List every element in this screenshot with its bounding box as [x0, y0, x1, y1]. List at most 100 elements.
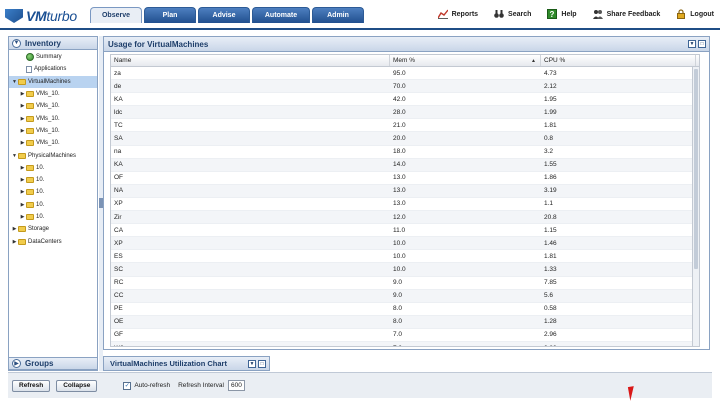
cell-cpu: 3.2: [544, 148, 554, 156]
tree-collapsed-arrow-icon[interactable]: ▶: [19, 214, 26, 220]
tree-node[interactable]: ▶ 10.: [9, 186, 97, 198]
tree-node[interactable]: ▶ 10.: [9, 199, 97, 211]
search-link[interactable]: Search: [494, 9, 531, 19]
tree-node[interactable]: ▶ DataCenters: [9, 235, 97, 247]
table-row[interactable]: GF 7.0 2.96: [111, 329, 699, 342]
tree-collapsed-arrow-icon[interactable]: ▶: [19, 103, 26, 109]
tree-node[interactable]: ▶ VMs_10.: [9, 137, 97, 149]
table-row[interactable]: PE 8.0 0.58: [111, 303, 699, 316]
tree-collapsed-arrow-icon[interactable]: ▶: [19, 189, 26, 195]
column-header-cpu[interactable]: CPU %: [541, 55, 696, 66]
column-header-name[interactable]: Name: [111, 55, 390, 66]
logout-link[interactable]: Logout: [676, 9, 714, 19]
groups-header[interactable]: ▶ Groups: [8, 357, 98, 370]
tree-node[interactable]: Applications: [9, 63, 97, 75]
cell-mem: 10.0: [393, 265, 406, 273]
cell-cpu: 5.6: [544, 292, 554, 300]
tree-node[interactable]: ▶ 10.: [9, 174, 97, 186]
cell-mem: 20.0: [393, 135, 406, 143]
tree-collapsed-arrow-icon[interactable]: ▶: [19, 140, 26, 146]
chart-menu-icon[interactable]: ▼: [248, 360, 256, 368]
table-row[interactable]: KA 42.0 1.95: [111, 93, 699, 107]
main-tabs: Observe Plan Advise Automate Admin: [90, 7, 364, 23]
table-row[interactable]: TC 21.0 1.81: [111, 119, 699, 133]
tree-collapsed-arrow-icon[interactable]: ▶: [11, 226, 18, 232]
table-row[interactable]: CC 9.0 5.6: [111, 289, 699, 303]
table-row[interactable]: XP 10.0 1.46: [111, 237, 699, 251]
table-row[interactable]: za 95.0 4.73: [111, 67, 699, 81]
top-bar: VMturbo Observe Plan Advise Automate Adm…: [0, 0, 720, 30]
tab-observe[interactable]: Observe: [90, 7, 142, 23]
tree-node[interactable]: ▶ 10.: [9, 162, 97, 174]
tree-collapsed-arrow-icon[interactable]: ▶: [19, 165, 26, 171]
tree-node[interactable]: ▶ VMs_10.: [9, 112, 97, 124]
cell-cpu: 4.73: [544, 69, 557, 77]
folder-icon: [18, 226, 26, 233]
mouse-cursor-icon: [627, 385, 643, 401]
table-row[interactable]: W27.03.89: [111, 341, 699, 346]
table-row[interactable]: RC 9.0 7.85: [111, 277, 699, 290]
usage-title: Usage for VirtualMachines: [108, 39, 209, 49]
tab-advise[interactable]: Advise: [198, 7, 250, 23]
svg-text:?: ?: [550, 10, 555, 19]
refresh-button[interactable]: Refresh: [12, 379, 51, 392]
scrollbar-thumb[interactable]: [694, 69, 698, 269]
table-row[interactable]: de 70.0 2.12: [111, 80, 699, 94]
table-row[interactable]: CA 11.0 1.15: [111, 224, 699, 238]
refresh-interval-field[interactable]: 600: [227, 380, 245, 391]
cell-name: OF: [114, 174, 124, 182]
table-row[interactable]: Zir 12.0 20.8: [111, 211, 699, 225]
tree-node[interactable]: Summary: [9, 51, 97, 63]
table-row[interactable]: na 18.0 3.2: [111, 146, 699, 159]
tree-node[interactable]: ▶ Storage: [9, 223, 97, 235]
table-row[interactable]: KA 14.0 1.55: [111, 158, 699, 172]
tree-collapsed-arrow-icon[interactable]: ▶: [11, 239, 18, 245]
table-row[interactable]: ES 10.0 1.81: [111, 250, 699, 264]
auto-refresh-checkbox[interactable]: ✓: [123, 381, 132, 390]
document-icon: [26, 65, 32, 73]
tree-node[interactable]: ▶ VMs_10.: [9, 100, 97, 112]
table-row[interactable]: SA 20.0 0.8: [111, 132, 699, 146]
tree-node[interactable]: ▶ 10.: [9, 211, 97, 223]
share-feedback-link[interactable]: Share Feedback: [592, 9, 660, 19]
table-row[interactable]: SC 10.0 1.33: [111, 263, 699, 277]
cell-name: CC: [114, 292, 124, 300]
tree-collapsed-arrow-icon[interactable]: ▶: [19, 91, 26, 97]
table-row[interactable]: NA 13.0 3.19: [111, 184, 699, 198]
table-row[interactable]: OE 8.0 1.28: [111, 315, 699, 329]
tab-automate[interactable]: Automate: [252, 7, 310, 23]
folder-icon: [26, 115, 34, 122]
tree-collapsed-arrow-icon[interactable]: ▶: [19, 202, 26, 208]
tree-collapsed-arrow-icon[interactable]: ▶: [19, 116, 26, 122]
column-header-mem[interactable]: Mem % ▲: [390, 55, 541, 66]
tree-node[interactable]: ▼ VirtualMachines: [9, 75, 97, 88]
cell-cpu: 1.81: [544, 252, 557, 260]
collapse-chevron-icon[interactable]: ▼: [12, 38, 21, 48]
tree-expanded-arrow-icon[interactable]: ▼: [11, 153, 18, 159]
tree-node[interactable]: ▶ VMs_10.: [9, 88, 97, 100]
help-link[interactable]: ? Help: [547, 9, 577, 19]
inventory-header[interactable]: ▼ Inventory: [9, 37, 97, 50]
table-row[interactable]: ldc 28.0 1.99: [111, 106, 699, 120]
reports-link[interactable]: Reports: [437, 9, 478, 19]
dropdown-menu-icon[interactable]: ▼: [688, 40, 696, 48]
tree-node[interactable]: ▶ VMs_10.: [9, 125, 97, 137]
collapse-button[interactable]: Collapse: [56, 379, 98, 392]
utilization-chart-header[interactable]: VirtualMachines Utilization Chart ▼ □: [103, 356, 270, 371]
tree-node-label: Applications: [34, 66, 67, 73]
tree-collapsed-arrow-icon[interactable]: ▶: [19, 128, 26, 134]
cell-name: KA: [114, 95, 123, 103]
maximize-icon[interactable]: □: [698, 40, 706, 48]
table-row[interactable]: XP 13.0 1.1: [111, 198, 699, 212]
table-row[interactable]: OF 13.0 1.86: [111, 172, 699, 185]
tree-node-label: 10.: [36, 164, 45, 171]
chart-maximize-icon[interactable]: □: [258, 360, 266, 368]
tree-expanded-arrow-icon[interactable]: ▼: [11, 79, 18, 85]
tab-plan[interactable]: Plan: [144, 7, 196, 23]
expand-chevron-icon[interactable]: ▶: [12, 359, 21, 368]
tab-admin[interactable]: Admin: [312, 7, 364, 23]
vertical-scrollbar[interactable]: [692, 67, 699, 346]
tree-node-label: 10.: [36, 177, 45, 184]
tree-node[interactable]: ▼ PhysicalMachines: [9, 149, 97, 161]
tree-collapsed-arrow-icon[interactable]: ▶: [19, 177, 26, 183]
